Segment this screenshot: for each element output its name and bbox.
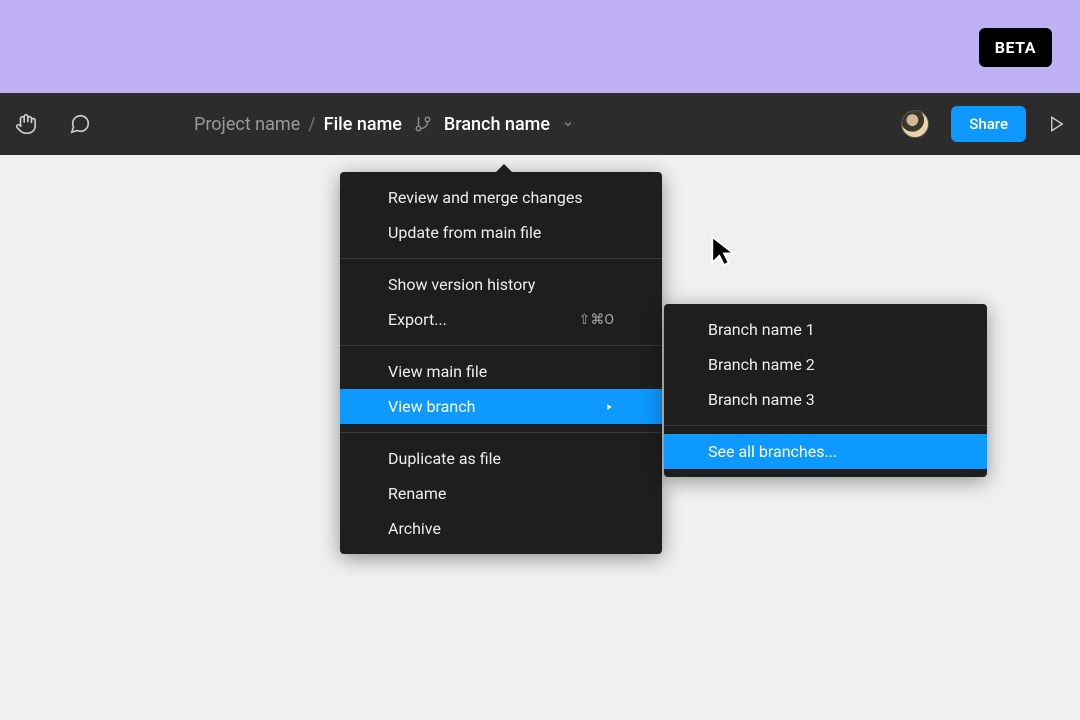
menu-pointer-icon	[495, 164, 513, 173]
comment-tool-icon[interactable]	[68, 112, 92, 136]
submenu-see-all-branches[interactable]: See all branches...	[664, 434, 987, 469]
menu-item-label: Update from main file	[388, 223, 541, 242]
breadcrumb-branch[interactable]: Branch name	[444, 114, 550, 135]
menu-archive[interactable]: Archive	[340, 511, 662, 546]
menu-divider	[664, 425, 987, 426]
menu-item-label: Branch name 1	[708, 320, 815, 339]
menu-item-label: Archive	[388, 519, 441, 538]
menu-item-label: Show version history	[388, 275, 535, 294]
submenu-branch-2[interactable]: Branch name 2	[664, 347, 987, 382]
breadcrumb-project[interactable]: Project name	[194, 114, 300, 135]
menu-item-label: Rename	[388, 484, 446, 503]
chevron-down-icon[interactable]	[562, 114, 574, 135]
menu-item-label: Export...	[388, 310, 447, 329]
menu-update-from-main[interactable]: Update from main file	[340, 215, 662, 250]
play-icon[interactable]	[1048, 115, 1066, 133]
menu-item-label: View main file	[388, 362, 487, 381]
menu-item-label: See all branches...	[708, 442, 837, 461]
breadcrumb-separator: /	[308, 114, 315, 135]
menu-duplicate-as-file[interactable]: Duplicate as file	[340, 441, 662, 476]
branch-submenu: Branch name 1 Branch name 2 Branch name …	[664, 304, 987, 477]
submenu-arrow-icon	[604, 397, 614, 416]
menu-export[interactable]: Export... ⇧⌘O	[340, 302, 662, 337]
breadcrumb-file[interactable]: File name	[324, 114, 402, 135]
menu-divider	[340, 432, 662, 433]
menu-item-label: View branch	[388, 397, 475, 416]
menu-divider	[340, 258, 662, 259]
menu-shortcut: ⇧⌘O	[579, 312, 614, 328]
share-button[interactable]: Share	[951, 106, 1026, 142]
branch-icon	[414, 115, 432, 133]
menu-item-label: Review and merge changes	[388, 188, 583, 207]
submenu-branch-1[interactable]: Branch name 1	[664, 312, 987, 347]
menu-divider	[340, 345, 662, 346]
beta-badge: BETA	[979, 28, 1052, 67]
submenu-branch-3[interactable]: Branch name 3	[664, 382, 987, 417]
toolbar-left	[14, 112, 92, 136]
menu-view-main-file[interactable]: View main file	[340, 354, 662, 389]
menu-rename[interactable]: Rename	[340, 476, 662, 511]
menu-view-branch[interactable]: View branch	[340, 389, 662, 424]
context-menu: Review and merge changes Update from mai…	[340, 172, 662, 554]
top-toolbar: Project name / File name Branch name Sha…	[0, 93, 1080, 155]
top-banner: BETA	[0, 0, 1080, 93]
hand-tool-icon[interactable]	[14, 112, 38, 136]
menu-item-label: Branch name 2	[708, 355, 815, 374]
menu-version-history[interactable]: Show version history	[340, 267, 662, 302]
breadcrumb: Project name / File name Branch name	[194, 114, 574, 135]
avatar[interactable]	[901, 110, 929, 138]
menu-item-label: Duplicate as file	[388, 449, 501, 468]
toolbar-right: Share	[901, 106, 1066, 142]
menu-item-label: Branch name 3	[708, 390, 815, 409]
menu-review-merge[interactable]: Review and merge changes	[340, 180, 662, 215]
